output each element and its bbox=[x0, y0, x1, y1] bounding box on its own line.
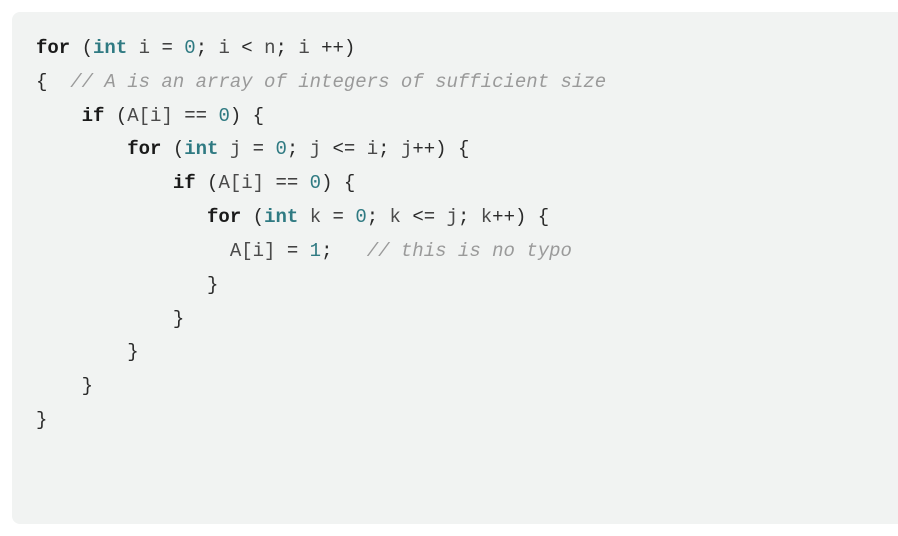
code-line-5: if (A[i] == 0) { bbox=[36, 167, 886, 201]
code-line-4: for (int j = 0; j <= i; j++) { bbox=[36, 133, 886, 167]
code-line-3: if (A[i] == 0) { bbox=[36, 100, 886, 134]
code-line-6: for (int k = 0; k <= j; k++) { bbox=[36, 201, 886, 235]
keyword-for: for bbox=[207, 206, 241, 228]
keyword-for: for bbox=[36, 37, 70, 59]
comment: // A is an array of integers of sufficie… bbox=[70, 71, 606, 93]
code-line-8: } bbox=[36, 269, 886, 303]
code-line-7: A[i] = 1; // this is no typo bbox=[36, 235, 886, 269]
code-line-2: { // A is an array of integers of suffic… bbox=[36, 66, 886, 100]
keyword-if: if bbox=[173, 172, 196, 194]
code-line-11: } bbox=[36, 370, 886, 404]
comment: // this is no typo bbox=[367, 240, 572, 262]
code-line-12: } bbox=[36, 404, 886, 438]
code-block: for (int i = 0; i < n; i ++) { // A is a… bbox=[12, 12, 898, 524]
type-int: int bbox=[264, 206, 298, 228]
type-int: int bbox=[184, 138, 218, 160]
keyword-for: for bbox=[127, 138, 161, 160]
keyword-if: if bbox=[82, 105, 105, 127]
code-line-10: } bbox=[36, 336, 886, 370]
code-line-1: for (int i = 0; i < n; i ++) bbox=[36, 32, 886, 66]
type-int: int bbox=[93, 37, 127, 59]
code-line-9: } bbox=[36, 303, 886, 337]
